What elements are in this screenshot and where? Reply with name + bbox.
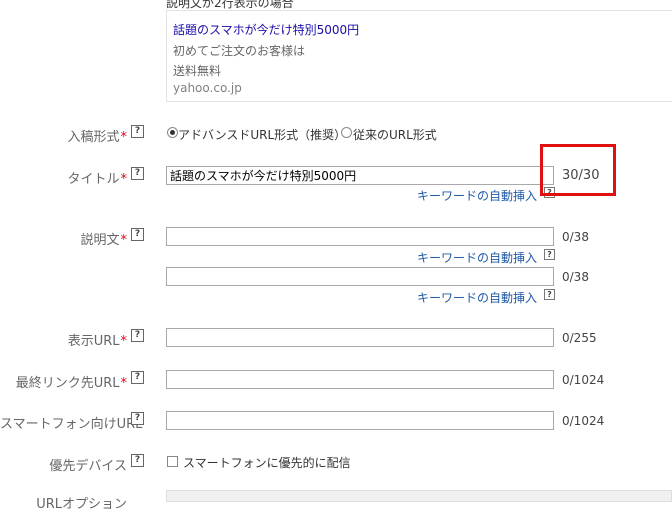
required-mark: * [120,376,128,391]
description-line1-input[interactable] [166,227,554,246]
description-line2-keyword-insert-link[interactable]: キーワードの自動挿入 [417,289,537,306]
radio-legacy-url-label[interactable]: 従来のURL形式 [353,126,437,143]
title-counter-highlight-box [540,144,616,196]
display-url-label: 表示URL* [67,334,128,349]
smartphone-priority-checkbox-label[interactable]: スマートフォンに優先的に配信 [183,454,351,471]
final-url-label: 最終リンク先URL* [15,376,128,391]
preferred-device-label: 優先デバイス [49,459,127,474]
radio-legacy-url[interactable] [341,127,352,138]
description-line1-char-counter: 0/38 [562,230,589,244]
ad-preview-box: 話題のスマホが今だけ特別5000円 初めてご注文のお客様は 送料無料 yahoo… [166,10,672,102]
help-icon[interactable]: ? [131,371,144,384]
smartphone-url-char-counter: 0/1024 [562,414,605,428]
smartphone-url-input[interactable] [166,411,554,430]
description-line2-input[interactable] [166,267,554,286]
preview-ad-description-line1: 初めてご注文のお客様は [173,44,306,58]
help-icon[interactable]: ? [131,167,144,180]
title-input[interactable] [166,166,554,185]
smartphone-url-label: スマートフォン向けURL [0,417,143,432]
help-icon[interactable]: ? [131,412,144,425]
help-icon[interactable]: ? [131,329,144,342]
final-url-char-counter: 0/1024 [562,373,605,387]
description-line2-char-counter: 0/38 [562,270,589,284]
description-label: 説明文* [80,233,128,248]
radio-advanced-url[interactable] [167,127,178,138]
preview-ad-url: yahoo.co.jp [173,81,242,95]
required-mark: * [120,172,128,187]
help-icon[interactable]: ? [131,228,144,241]
required-mark: * [120,233,128,248]
required-mark: * [120,130,128,145]
help-icon[interactable]: ? [131,454,144,467]
display-url-char-counter: 0/255 [562,331,597,345]
submission-format-label: 入稿形式* [67,130,128,145]
description-line1-keyword-insert-link[interactable]: キーワードの自動挿入 [417,249,537,266]
radio-advanced-url-label[interactable]: アドバンスドURL形式（推奨） [178,126,346,143]
url-options-label: URLオプション [36,497,127,512]
help-icon[interactable]: ? [544,249,555,260]
title-label: タイトル* [67,172,128,187]
url-options-field[interactable] [166,490,672,502]
preview-ad-title: 話題のスマホが今だけ特別5000円 [173,23,360,37]
required-mark: * [120,334,128,349]
display-url-input[interactable] [166,328,554,347]
help-icon[interactable]: ? [131,125,144,138]
smartphone-priority-checkbox[interactable] [167,456,178,467]
help-icon[interactable]: ? [544,289,555,300]
final-url-input[interactable] [166,370,554,389]
preview-ad-description-line2: 送料無料 [173,64,222,78]
title-keyword-insert-link[interactable]: キーワードの自動挿入 [417,187,537,204]
